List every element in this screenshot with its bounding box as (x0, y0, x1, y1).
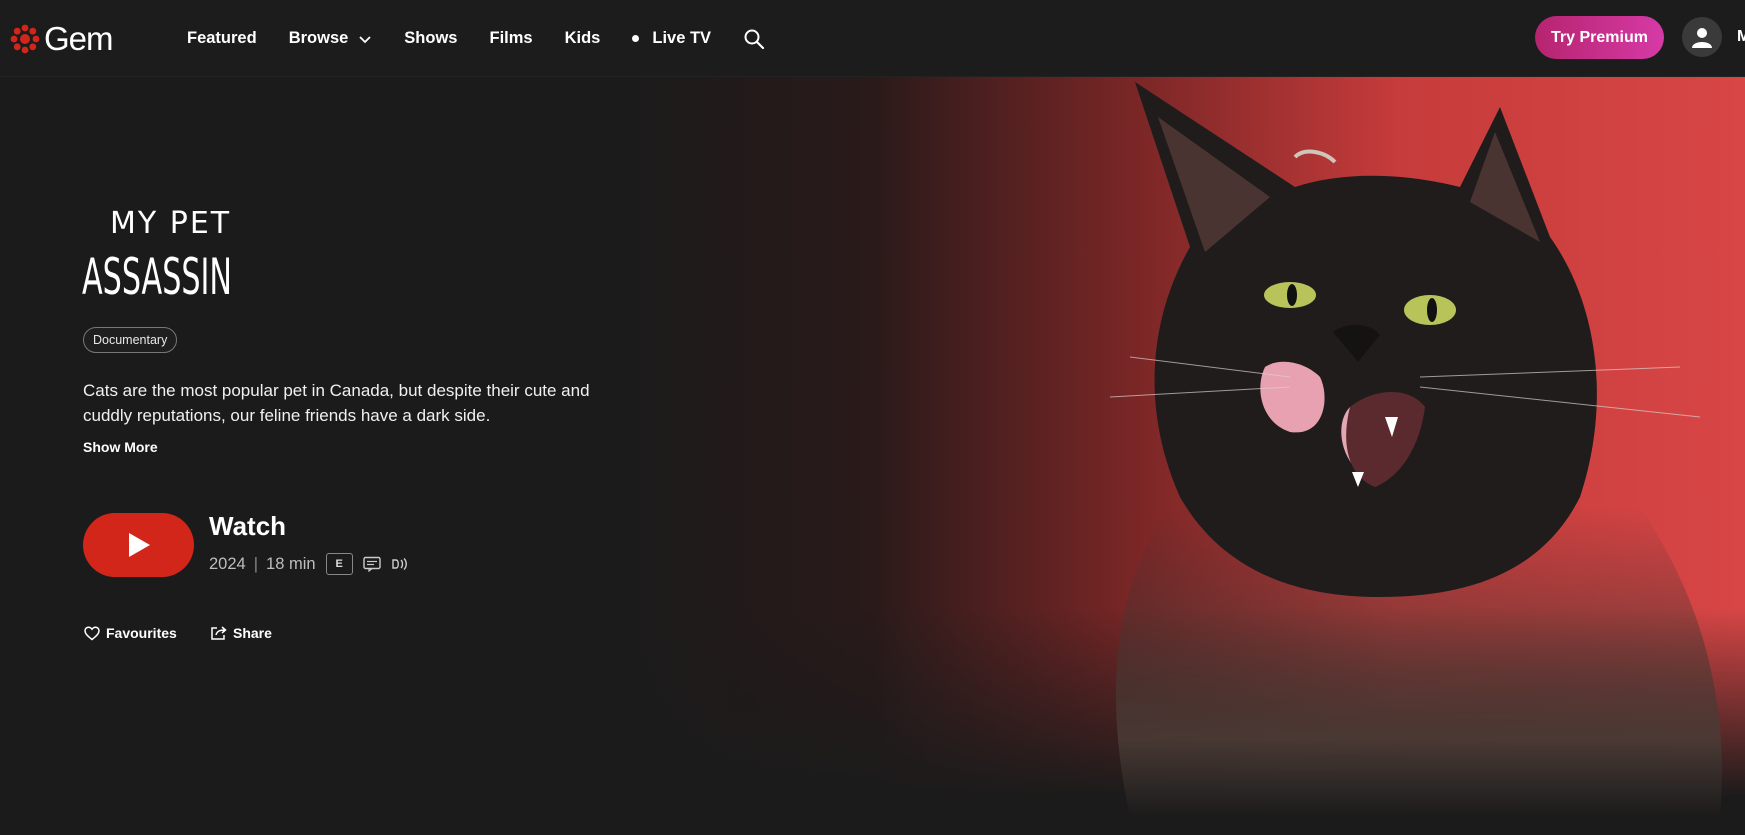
nav-browse[interactable]: Browse (289, 29, 373, 48)
rating-badge: E (325, 553, 353, 575)
nav-shows[interactable]: Shows (404, 29, 457, 48)
share-button[interactable]: Share (210, 625, 272, 641)
described-video-icon (392, 558, 407, 570)
show-description: Cats are the most popular pet in Canada,… (83, 381, 590, 425)
cbc-gem-logo[interactable]: Gem (9, 20, 114, 58)
release-year: 2024 (209, 554, 246, 573)
share-icon (211, 626, 227, 640)
top-nav: Gem Featured Browse Shows Films Kids Liv… (0, 0, 1745, 77)
play-button[interactable] (83, 513, 194, 577)
nav-live-tv[interactable]: Live TV (632, 29, 711, 48)
favourites-label: Favourites (106, 625, 177, 641)
genre-chip[interactable]: Documentary (83, 327, 178, 353)
meta-separator: | (253, 554, 259, 573)
nav-featured[interactable]: Featured (187, 29, 257, 48)
show-hero: MY PET ASSASSIN Documentary Cats are the… (0, 77, 1745, 835)
hero-cat-image (1109, 82, 1722, 817)
nav-films[interactable]: Films (489, 29, 532, 48)
live-dot-icon (632, 35, 640, 42)
nav-kids[interactable]: Kids (565, 29, 601, 48)
share-label: Share (233, 625, 272, 641)
search-icon[interactable] (743, 28, 765, 50)
play-icon (128, 533, 150, 557)
gem-logo-icon (10, 24, 40, 54)
user-icon (1692, 28, 1712, 48)
brand-name: Gem (44, 20, 114, 57)
svg-text:ASSASSIN: ASSASSIN (82, 248, 232, 306)
nav-live-tv-label: Live TV (652, 29, 712, 47)
nav-browse-label: Browse (288, 29, 349, 47)
episode-meta: 2024 | 18 min E (209, 553, 409, 575)
watch-label[interactable]: Watch (209, 511, 286, 542)
svg-text:MY PET: MY PET (110, 206, 231, 241)
favourites-button[interactable]: Favourites (84, 625, 177, 641)
chevron-down-icon (359, 35, 371, 43)
main-nav: Featured Browse Shows Films Kids Live TV (187, 0, 765, 77)
try-premium-button[interactable]: Try Premium (1535, 16, 1664, 59)
duration: 18 min (266, 554, 316, 573)
closed-captions-icon (363, 556, 381, 572)
account-avatar[interactable] (1682, 17, 1722, 57)
account-initial[interactable]: M (1737, 28, 1745, 46)
show-title-logo: MY PET ASSASSIN (82, 206, 232, 306)
heart-icon (84, 625, 100, 640)
show-more-link[interactable]: Show More (83, 439, 158, 455)
